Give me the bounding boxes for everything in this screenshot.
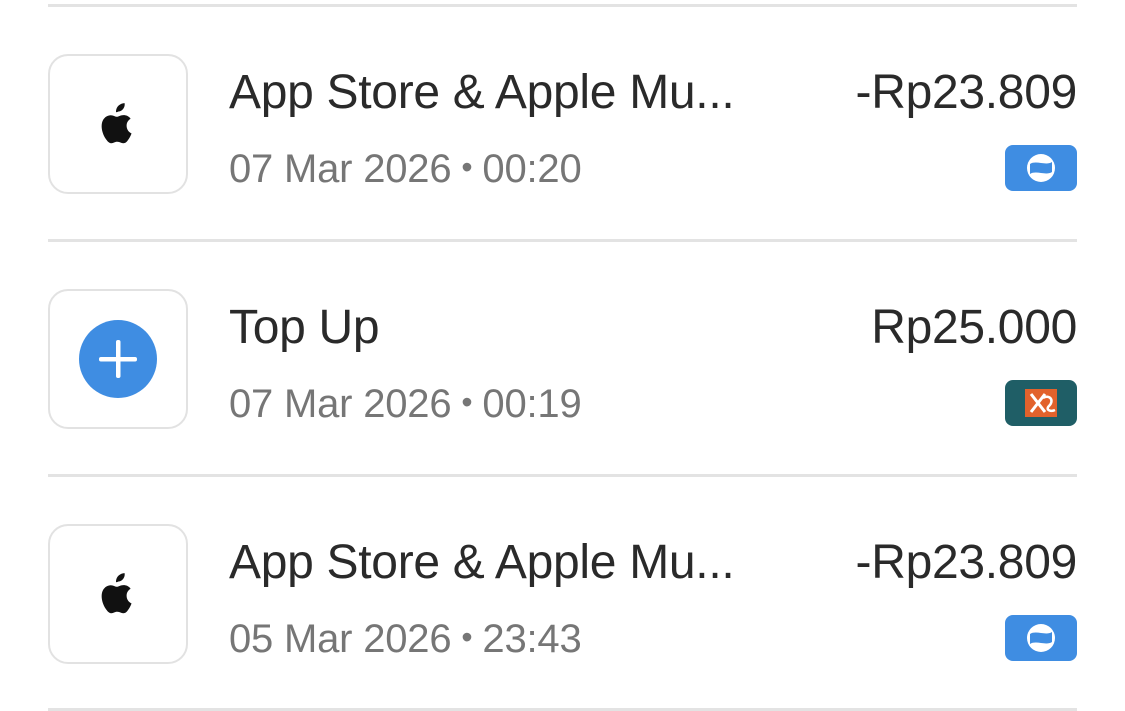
blue-wallet-badge-icon bbox=[1027, 154, 1055, 182]
transaction-title: Top Up bbox=[229, 304, 380, 352]
apple-logo-icon bbox=[101, 573, 132, 614]
transaction-datetime: 07 Mar 2026 • 00:19 bbox=[229, 384, 582, 424]
transaction-list: App Store & Apple Mu... 07 Mar 2026 • 00:2… bbox=[0, 0, 1125, 711]
merchant-icon-container bbox=[48, 289, 188, 429]
transaction-date: 07 Mar 2026 bbox=[229, 382, 452, 426]
payment-method-badge bbox=[1005, 615, 1077, 661]
blue-wallet-badge-icon bbox=[1027, 624, 1055, 652]
plus-circle-icon bbox=[79, 320, 157, 398]
datetime-separator: • bbox=[461, 384, 473, 420]
transaction-row-3[interactable]: App Store & Apple Mu... 05 Mar 2026 • 23:4… bbox=[0, 477, 1125, 709]
payment-method-badge bbox=[1005, 145, 1077, 191]
datetime-separator: • bbox=[461, 619, 473, 655]
merchant-icon-container bbox=[48, 54, 188, 194]
transaction-title: App Store & Apple Mu... bbox=[229, 69, 735, 117]
apple-logo-icon bbox=[101, 103, 132, 144]
merchant-icon-container bbox=[48, 524, 188, 664]
transaction-date: 07 Mar 2026 bbox=[229, 147, 452, 191]
transaction-datetime: 07 Mar 2026 • 00:20 bbox=[229, 149, 582, 189]
payment-method-badge bbox=[1005, 380, 1077, 426]
transaction-amount: -Rp23.809 bbox=[855, 536, 1078, 589]
datetime-separator: • bbox=[461, 149, 473, 185]
transaction-row-2[interactable]: Top Up 07 Mar 2026 • 00:19 Rp25.000 bbox=[0, 242, 1125, 474]
transaction-title: App Store & Apple Mu... bbox=[229, 539, 735, 587]
transaction-amount: Rp25.000 bbox=[871, 301, 1077, 354]
transaction-datetime: 05 Mar 2026 • 23:43 bbox=[229, 619, 582, 659]
transaction-amount: -Rp23.809 bbox=[855, 66, 1078, 119]
bank-logo-badge-icon bbox=[1025, 389, 1057, 417]
transaction-date: 05 Mar 2026 bbox=[229, 617, 452, 661]
transaction-row-1[interactable]: App Store & Apple Mu... 07 Mar 2026 • 00:2… bbox=[0, 7, 1125, 239]
transaction-time: 23:43 bbox=[482, 617, 582, 661]
transaction-time: 00:19 bbox=[482, 382, 582, 426]
transaction-time: 00:20 bbox=[482, 147, 582, 191]
